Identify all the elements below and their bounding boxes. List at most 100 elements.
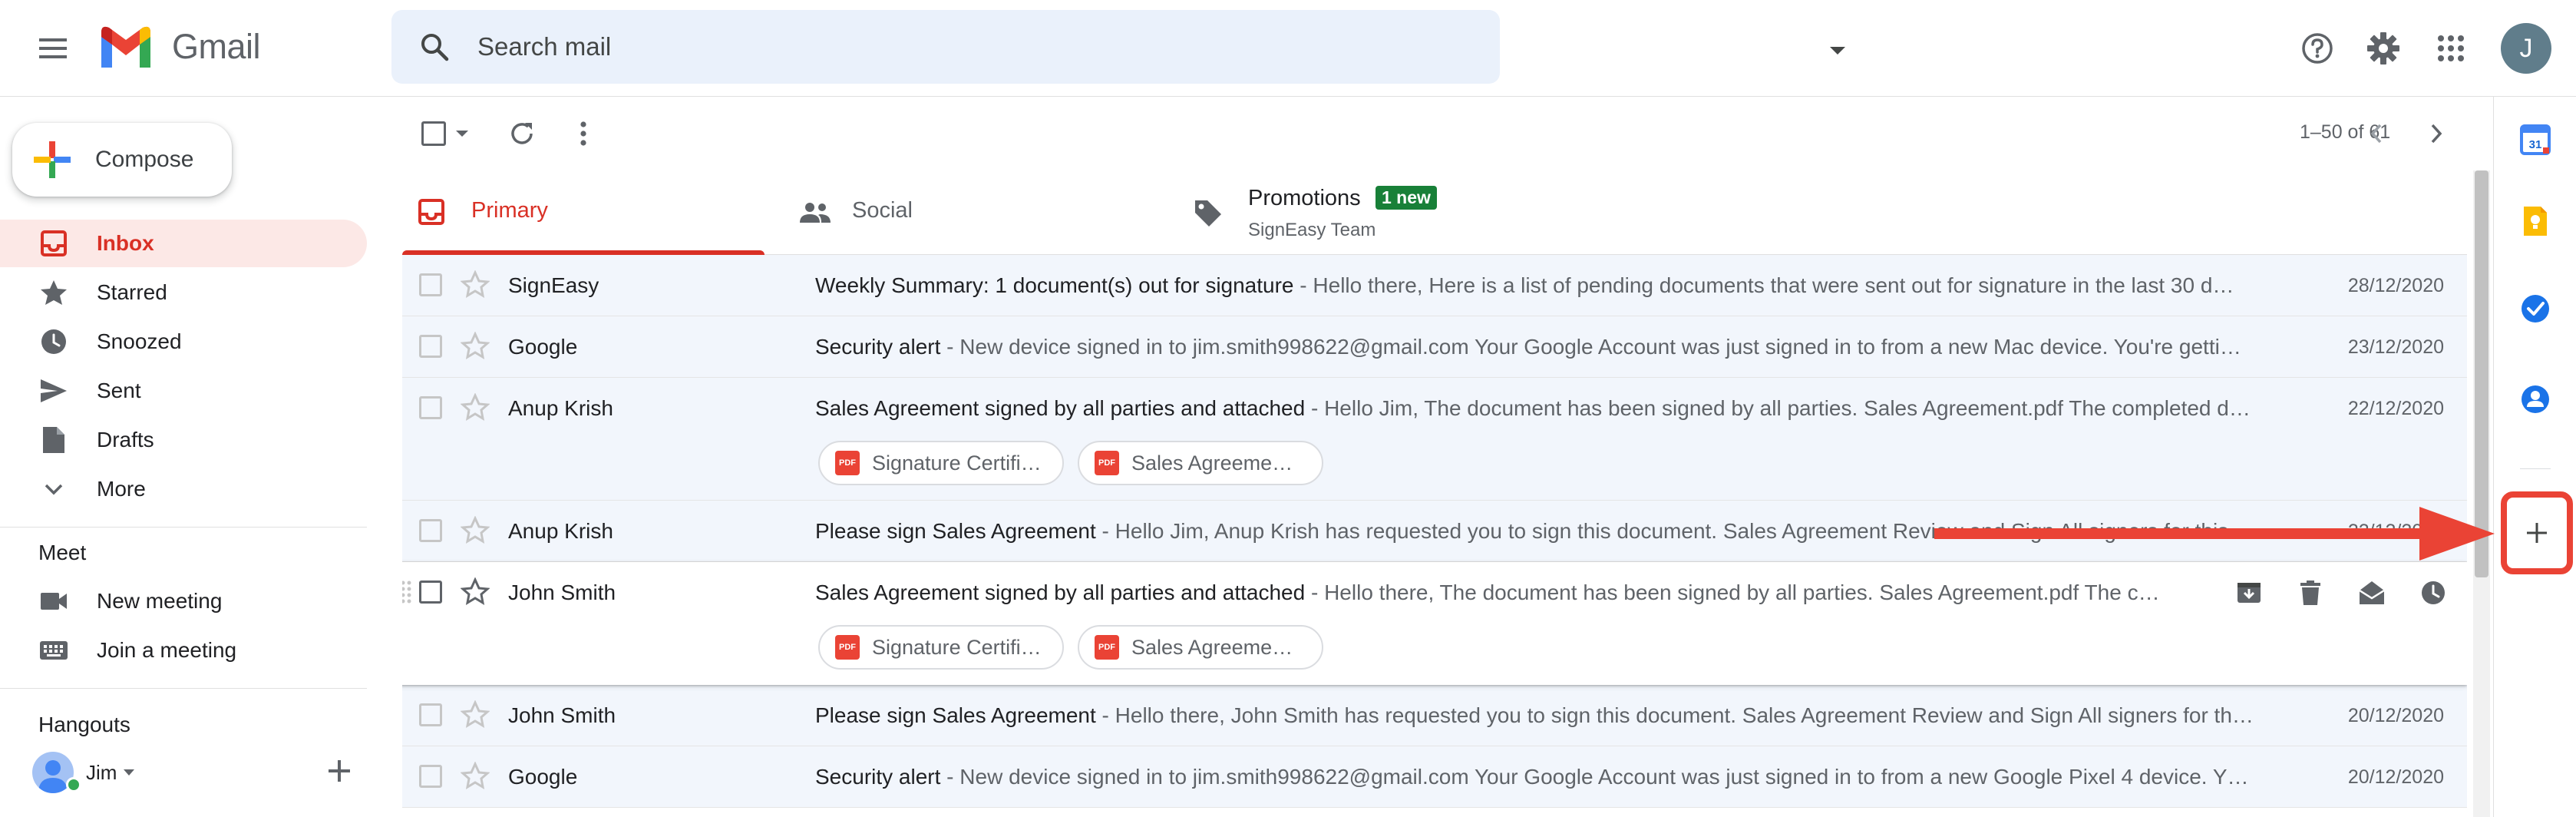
row-snippet: - Hello Jim, The document has been signe… <box>1305 396 2251 420</box>
people-icon <box>800 203 831 223</box>
main-menu-button[interactable] <box>28 23 78 74</box>
sidebar-item-drafts[interactable]: Drafts <box>0 416 367 464</box>
pdf-icon: PDF <box>1095 451 1119 475</box>
search-input[interactable] <box>477 22 1383 71</box>
gmail-logo[interactable]: Gmail <box>97 25 261 69</box>
attachment-chip[interactable]: PDF Signature Certifi… <box>818 441 1064 485</box>
star-outline-icon[interactable] <box>461 577 490 605</box>
attachment-name: Sales Agreeme… <box>1131 451 1293 475</box>
tab-promotions[interactable]: Promotions 1 new SignEasy Team <box>1170 169 1535 255</box>
tab-label: Promotions <box>1248 186 1361 210</box>
table-row[interactable]: Google Security alert - New device signe… <box>402 746 2467 808</box>
select-all-checkbox[interactable] <box>414 111 476 157</box>
sidebar-item-inbox[interactable]: Inbox <box>0 220 367 267</box>
sidebar-item-more[interactable]: More <box>0 465 367 513</box>
row-checkbox[interactable] <box>419 273 442 296</box>
row-sender: John Smith <box>508 703 616 727</box>
more-vert-icon <box>580 121 586 146</box>
table-row-hovered[interactable]: John Smith Sales Agreement signed by all… <box>402 562 2467 685</box>
account-avatar[interactable]: J <box>2501 23 2551 74</box>
tab-label: Primary <box>471 198 548 223</box>
star-outline-icon[interactable] <box>461 762 490 789</box>
app-name: Gmail <box>172 27 261 66</box>
caret-down-icon[interactable] <box>455 130 469 137</box>
row-subject: Security alert <box>815 765 941 789</box>
compose-label: Compose <box>95 147 194 172</box>
sidebar-divider <box>0 688 367 689</box>
star-outline-icon[interactable] <box>461 270 490 298</box>
search-icon[interactable] <box>419 31 450 62</box>
calendar-addon-button[interactable]: 31 <box>2511 115 2560 164</box>
inbox-icon <box>37 227 71 260</box>
drag-handle-icon[interactable] <box>402 580 411 604</box>
keep-icon <box>2524 207 2547 236</box>
archive-button[interactable] <box>2226 570 2272 616</box>
sidebar-item-starred[interactable]: Starred <box>0 269 367 316</box>
table-row[interactable]: Anup Krish Sales Agreement signed by all… <box>402 378 2467 501</box>
refresh-button[interactable] <box>499 111 545 157</box>
newer-page-button[interactable] <box>2346 111 2407 157</box>
hangouts-section-title: Hangouts <box>38 713 130 736</box>
apps-grid-icon <box>2438 35 2464 61</box>
row-checkbox[interactable] <box>419 335 442 358</box>
hangouts-user[interactable]: Jim <box>32 749 362 796</box>
keep-addon-button[interactable] <box>2511 197 2560 246</box>
settings-button[interactable] <box>2358 23 2409 74</box>
google-apps-button[interactable] <box>2426 23 2476 74</box>
mail-toolbar: 1–50 of 61 <box>391 104 2469 163</box>
search-bar[interactable] <box>391 10 1845 84</box>
star-outline-icon[interactable] <box>461 516 490 544</box>
contacts-addon-button[interactable] <box>2511 375 2560 424</box>
attachment-name: Sales Agreeme… <box>1131 635 1293 659</box>
draft-icon <box>37 423 71 457</box>
row-checkbox[interactable] <box>419 396 442 419</box>
row-checkbox[interactable] <box>419 703 442 726</box>
sidebar-item-label: Starred <box>97 280 167 304</box>
sidebar-item-join-meeting[interactable]: Join a meeting <box>0 627 367 674</box>
sidebar-item-sent[interactable]: Sent <box>0 367 367 415</box>
star-outline-icon[interactable] <box>461 393 490 421</box>
mark-as-read-button[interactable] <box>2349 570 2395 616</box>
table-row[interactable]: John Smith Please sign Sales Agreement -… <box>402 685 2467 746</box>
snooze-button[interactable] <box>2410 570 2456 616</box>
video-icon <box>37 584 71 618</box>
sidebar-item-new-meeting[interactable]: New meeting <box>0 577 367 625</box>
row-date: 23/12/2020 <box>2347 336 2444 358</box>
sidebar-item-label: Snoozed <box>97 329 182 353</box>
category-tabs: Primary Social Promotions 1 new SignEasy… <box>402 169 2467 255</box>
clock-icon <box>2422 581 2445 604</box>
tab-primary[interactable]: Primary <box>402 169 768 255</box>
tab-social[interactable]: Social <box>783 169 1148 255</box>
row-snippet: - New device signed in to jim.smith99862… <box>940 335 2241 359</box>
more-actions-button[interactable] <box>560 111 606 157</box>
sidebar-item-snoozed[interactable]: Snoozed <box>0 318 367 366</box>
row-preview: Security alert - New device signed in to… <box>815 765 2467 789</box>
row-subject: Weekly Summary: 1 document(s) out for si… <box>815 273 1294 297</box>
row-checkbox[interactable] <box>419 519 442 542</box>
help-button[interactable] <box>2292 23 2343 74</box>
star-outline-icon[interactable] <box>461 700 490 728</box>
row-checkbox[interactable] <box>419 580 442 604</box>
attachment-chip[interactable]: PDF Sales Agreeme… <box>1078 625 1323 670</box>
table-row[interactable]: Google Security alert - New device signe… <box>402 316 2467 378</box>
star-outline-icon[interactable] <box>461 332 490 359</box>
row-snippet: - Hello there, The document has been sig… <box>1305 580 2160 604</box>
table-row[interactable]: SignEasy Weekly Summary: 1 document(s) o… <box>402 255 2467 316</box>
search-options-caret-icon[interactable] <box>1828 45 1847 56</box>
attachment-chip[interactable]: PDF Sales Agreeme… <box>1078 441 1323 485</box>
tasks-addon-button[interactable] <box>2511 284 2560 333</box>
sidebar-item-label: More <box>97 477 146 501</box>
row-subject: Sales Agreement signed by all parties an… <box>815 580 1306 604</box>
compose-button[interactable]: Compose <box>12 123 232 197</box>
row-checkbox[interactable] <box>419 765 442 788</box>
caret-down-icon[interactable] <box>123 769 135 776</box>
attachment-chip[interactable]: PDF Signature Certifi… <box>818 625 1064 670</box>
new-conversation-plus-icon[interactable] <box>327 759 352 783</box>
older-page-button[interactable] <box>2406 111 2467 157</box>
delete-button[interactable] <box>2287 570 2333 616</box>
row-sender: Google <box>508 765 578 789</box>
mark-read-icon <box>2359 581 2385 604</box>
hamburger-icon <box>39 38 67 58</box>
get-addons-button[interactable] <box>2515 508 2559 557</box>
calendar-icon: 31 <box>2520 124 2551 155</box>
